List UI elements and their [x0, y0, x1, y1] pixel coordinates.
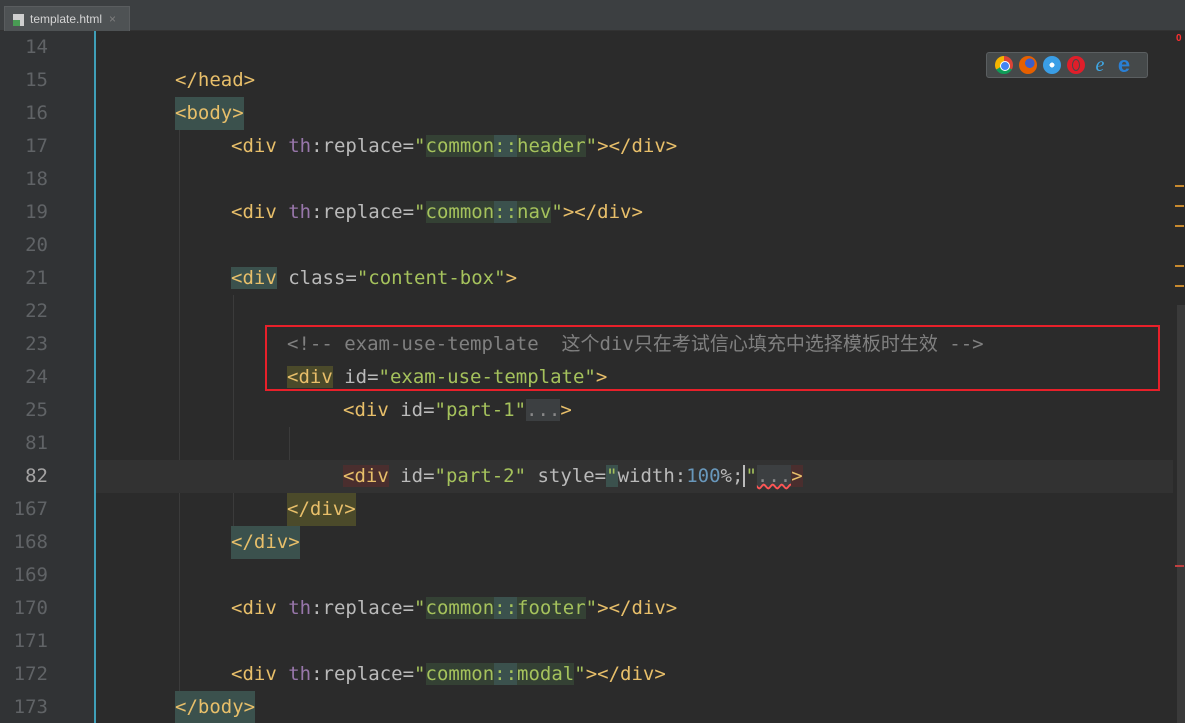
gutter-line: 171	[0, 625, 94, 658]
line-number: 20	[25, 234, 48, 256]
firefox-icon[interactable]	[1019, 56, 1037, 74]
code-text: <div id="part-1"...>	[343, 399, 572, 421]
code-text: <div id="part-2" style="width:100%; "...>	[343, 465, 803, 487]
line-number: 170	[13, 597, 48, 619]
code-line-19: <div th:replace="common::nav"></div>	[96, 196, 1173, 229]
line-number-gutter: 14 15 16 17 18 19 20 21 22 23 24 25 81 8…	[0, 31, 95, 723]
line-number: 171	[13, 630, 48, 652]
html-file-icon	[13, 13, 25, 26]
warning-marker[interactable]	[1175, 185, 1184, 187]
code-text: <div class="content-box">	[231, 267, 518, 289]
warning-marker[interactable]	[1175, 285, 1184, 287]
code-line-167: </div>	[96, 493, 1173, 526]
gutter-line: 170	[0, 592, 94, 625]
safari-icon[interactable]	[1043, 56, 1061, 74]
warning-marker[interactable]	[1175, 225, 1184, 227]
gutter-line: 23	[0, 328, 94, 361]
chrome-icon[interactable]	[995, 56, 1013, 74]
code-text: <div th:replace="common::header"></div>	[231, 135, 678, 157]
browser-preview-bar: e e	[986, 52, 1148, 78]
gutter-line: 18	[0, 163, 94, 196]
line-number: 173	[13, 696, 48, 718]
vertical-scrollbar[interactable]	[1177, 305, 1185, 723]
code-line-16: <body>	[96, 97, 1173, 130]
code-text: <div th:replace="common::footer"></div>	[231, 597, 678, 619]
opera-icon[interactable]	[1067, 56, 1085, 74]
editor-tab-bar: template.html ×	[0, 0, 1185, 31]
code-line-25: <div id="part-1"...>	[96, 394, 1173, 427]
gutter-line: 25	[0, 394, 94, 427]
gutter-line: 169	[0, 559, 94, 592]
code-line-170: <div th:replace="common::footer"></div>	[96, 592, 1173, 625]
line-number: 168	[13, 531, 48, 553]
line-number: 81	[25, 432, 48, 454]
gutter-line: 24	[0, 361, 94, 394]
line-number: 82	[25, 465, 48, 487]
gutter-line: 15	[0, 64, 94, 97]
line-number: 167	[13, 498, 48, 520]
line-number: 19	[25, 201, 48, 223]
code-line-172: <div th:replace="common::modal"></div>	[96, 658, 1173, 691]
gutter-line: 168	[0, 526, 94, 559]
line-number: 172	[13, 663, 48, 685]
gutter-line: 20	[0, 229, 94, 262]
code-line-173: </body>	[96, 691, 1173, 723]
line-number: 15	[25, 69, 48, 91]
line-number: 21	[25, 267, 48, 289]
close-icon[interactable]: ×	[109, 12, 116, 26]
warning-marker[interactable]	[1175, 205, 1184, 207]
code-text: <div th:replace="common::modal"></div>	[231, 663, 666, 685]
code-text: </div>	[231, 526, 300, 559]
gutter-line: 21	[0, 262, 94, 295]
folded-region: ...	[756, 465, 792, 487]
gutter-line: 19	[0, 196, 94, 229]
tab-template-html[interactable]: template.html ×	[4, 6, 130, 31]
gutter-line: 81	[0, 427, 94, 460]
code-text: <body>	[175, 97, 244, 130]
line-number: 18	[25, 168, 48, 190]
code-text: </body>	[175, 691, 256, 723]
error-indicator[interactable]: 0	[1176, 33, 1182, 44]
error-marker[interactable]	[1175, 565, 1184, 567]
line-number: 22	[25, 300, 48, 322]
line-number: 14	[25, 36, 48, 58]
gutter-line: 16	[0, 97, 94, 130]
line-number: 25	[25, 399, 48, 421]
line-number: 17	[25, 135, 48, 157]
code-text: <div th:replace="common::nav"></div>	[231, 201, 643, 223]
gutter-line: 22	[0, 295, 94, 328]
gutter-line: 173	[0, 691, 94, 723]
folded-region: ...	[526, 399, 561, 421]
code-text: </head>	[175, 69, 256, 91]
edge-icon[interactable]: e	[1115, 54, 1133, 76]
gutter-line-current: 82	[0, 460, 94, 493]
line-number: 24	[25, 366, 48, 388]
line-number: 23	[25, 333, 48, 355]
code-line-168: </div>	[96, 526, 1173, 559]
gutter-line: 172	[0, 658, 94, 691]
gutter-line: 17	[0, 130, 94, 163]
code-line-17: <div th:replace="common::header"></div>	[96, 130, 1173, 163]
gutter-line: 167	[0, 493, 94, 526]
code-text: </div>	[287, 493, 356, 526]
warning-marker[interactable]	[1175, 265, 1184, 267]
tab-label: template.html	[30, 12, 103, 26]
code-line-21: <div class="content-box">	[96, 262, 1173, 295]
ie-icon[interactable]: e	[1091, 55, 1109, 75]
annotation-highlight-box	[265, 325, 1160, 391]
gutter-line: 14	[0, 31, 94, 64]
line-number: 169	[13, 564, 48, 586]
line-number: 16	[25, 102, 48, 124]
code-line-82: <div id="part-2" style="width:100%; "...>	[96, 460, 1173, 493]
